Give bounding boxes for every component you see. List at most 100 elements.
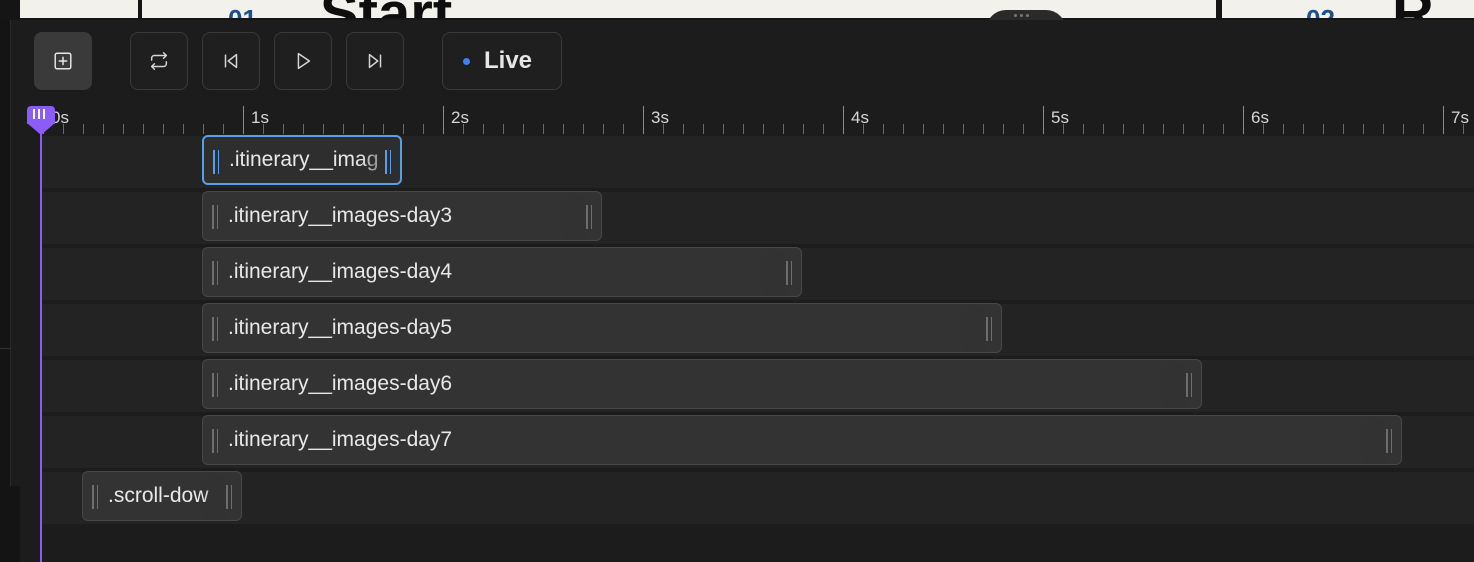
clip-end-grip-icon[interactable]	[986, 317, 992, 341]
ruler-major-tick	[1443, 106, 1444, 134]
loop-button[interactable]	[130, 32, 188, 90]
ruler-minor-tick	[863, 124, 864, 134]
skip-back-icon	[224, 53, 238, 69]
clip-start-grip-icon[interactable]	[212, 373, 218, 397]
live-label: Live	[484, 47, 533, 74]
ruler-minor-tick	[103, 124, 104, 134]
ruler-major-tick	[243, 106, 244, 134]
clip-end-grip-icon[interactable]	[226, 485, 232, 509]
ruler-major-tick	[1043, 106, 1044, 134]
clip-start-grip-icon[interactable]	[213, 150, 219, 174]
ruler-minor-tick	[803, 124, 804, 134]
live-indicator-icon	[463, 57, 470, 65]
clip-start-grip-icon[interactable]	[212, 317, 218, 341]
ruler-minor-tick	[483, 124, 484, 134]
ruler-minor-tick	[143, 124, 144, 134]
clip-label: .itinerary__images-day7	[228, 428, 453, 451]
ruler-minor-tick	[1323, 124, 1324, 134]
animation-clip[interactable]: .itinerary__images-day3	[202, 191, 602, 241]
clip-start-grip-icon[interactable]	[212, 205, 218, 229]
ruler-minor-tick	[1123, 124, 1124, 134]
ruler-minor-tick	[903, 124, 904, 134]
clip-end-grip-icon[interactable]	[586, 205, 592, 229]
clip-start-grip-icon[interactable]	[92, 485, 98, 509]
ruler-minor-tick	[403, 124, 404, 134]
clip-start-grip-icon[interactable]	[212, 429, 218, 453]
add-keyframe-button[interactable]	[34, 32, 92, 90]
ruler-minor-tick	[603, 124, 604, 134]
play-button[interactable]	[274, 32, 332, 90]
ruler-minor-tick	[763, 124, 764, 134]
ruler-minor-tick	[1163, 124, 1164, 134]
preview-card-edge	[20, 0, 138, 18]
ruler-minor-tick	[183, 124, 184, 134]
ruler-minor-tick	[1083, 124, 1084, 134]
ruler-minor-tick	[943, 124, 944, 134]
ruler-major-tick	[643, 106, 644, 134]
ruler-minor-tick	[883, 124, 884, 134]
clip-end-grip-icon[interactable]	[1386, 429, 1392, 453]
drag-dots-icon[interactable]	[1014, 14, 1029, 17]
ruler-minor-tick	[423, 124, 424, 134]
ruler-major-tick	[1243, 106, 1244, 134]
ruler-tick-label: 3s	[651, 108, 669, 127]
track-row[interactable]	[42, 472, 1474, 524]
ruler-minor-tick	[703, 124, 704, 134]
divider	[0, 348, 10, 349]
ruler-minor-tick	[783, 124, 784, 134]
ruler-minor-tick	[1183, 124, 1184, 134]
ruler-minor-tick	[503, 124, 504, 134]
ruler-minor-tick	[523, 124, 524, 134]
clip-end-grip-icon[interactable]	[786, 261, 792, 285]
skip-forward-button[interactable]	[346, 32, 404, 90]
ruler-minor-tick	[463, 124, 464, 134]
clip-start-grip-icon[interactable]	[212, 261, 218, 285]
time-ruler[interactable]: 0s 1s 2s 3s 4s 5s 6s 7s	[20, 102, 1474, 134]
ruler-minor-tick	[83, 124, 84, 134]
ruler-tick-label: 6s	[1251, 108, 1269, 127]
skip-forward-icon	[368, 53, 382, 69]
playhead-line	[40, 124, 42, 562]
preview-card-number: 02	[1306, 4, 1335, 18]
left-rail	[0, 20, 11, 486]
grip-icon	[33, 109, 45, 119]
clip-end-grip-icon[interactable]	[385, 150, 391, 174]
ruler-minor-tick	[563, 124, 564, 134]
ruler-minor-tick	[1423, 124, 1424, 134]
clip-label: .itinerary__imag	[229, 148, 379, 171]
animation-clip[interactable]: .itinerary__images-day4	[202, 247, 802, 297]
animation-clip[interactable]: .scroll-dow	[82, 471, 242, 521]
ruler-minor-tick	[1263, 124, 1264, 134]
ruler-minor-tick	[1303, 124, 1304, 134]
ruler-minor-tick	[1223, 124, 1224, 134]
plus-square-icon	[54, 52, 72, 70]
ruler-minor-tick	[283, 124, 284, 134]
animation-clip[interactable]: .itinerary__images-day6	[202, 359, 1202, 409]
ruler-minor-tick	[963, 124, 964, 134]
left-rail-bottom	[0, 486, 20, 562]
playhead-tip	[27, 123, 55, 135]
live-button[interactable]: Live	[442, 32, 562, 90]
ruler-minor-tick	[63, 124, 64, 134]
preview-card-title: R	[1392, 0, 1434, 18]
ruler-minor-tick	[1063, 124, 1064, 134]
animation-clip[interactable]: .itinerary__images-day5	[202, 303, 1002, 353]
ruler-minor-tick	[303, 124, 304, 134]
skip-back-button[interactable]	[202, 32, 260, 90]
clip-label: .scroll-dow	[108, 484, 209, 507]
ruler-minor-tick	[923, 124, 924, 134]
ruler-minor-tick	[623, 124, 624, 134]
animation-clip[interactable]: .itinerary__imag	[202, 135, 402, 185]
ruler-minor-tick	[743, 124, 744, 134]
ruler-minor-tick	[223, 124, 224, 134]
ruler-minor-tick	[1363, 124, 1364, 134]
ruler-minor-tick	[543, 124, 544, 134]
preview-card-2[interactable]: 02 R	[1222, 0, 1474, 18]
ruler-minor-tick	[1403, 124, 1404, 134]
ruler-tick-label: 2s	[451, 108, 469, 127]
loop-icon	[150, 52, 168, 70]
ruler-minor-tick	[343, 124, 344, 134]
animation-clip[interactable]: .itinerary__images-day7	[202, 415, 1402, 465]
ruler-minor-tick	[823, 124, 824, 134]
clip-end-grip-icon[interactable]	[1186, 373, 1192, 397]
